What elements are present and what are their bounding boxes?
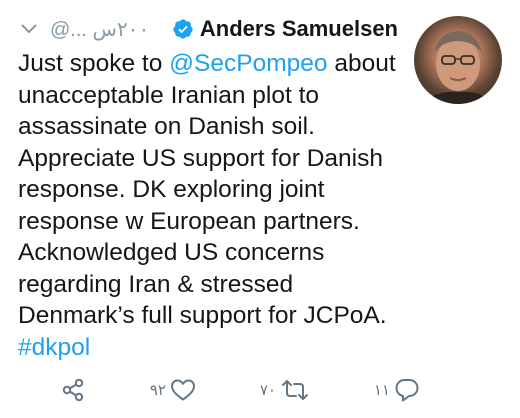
tweet-text-line: Denmark’s full support for JCPoA. xyxy=(18,300,413,332)
hashtag-link[interactable]: #dkpol xyxy=(18,334,90,361)
like-button[interactable]: ٩٢ xyxy=(150,378,196,402)
retweet-button[interactable]: ٧٠ xyxy=(260,378,310,402)
heart-icon xyxy=(170,378,196,402)
tweet-text-fragment: Denmark’s full support for JCPoA. xyxy=(18,302,387,329)
tweet-text-fragment: Just spoke to xyxy=(18,50,170,77)
reply-icon xyxy=(394,377,420,403)
avatar[interactable] xyxy=(414,16,502,104)
header-meta: @... ٢٠٠س xyxy=(18,17,149,42)
tweet-text-fragment: response w European partners. xyxy=(18,207,360,235)
tweet-header: @... ٢٠٠س Anders Samuelsen xyxy=(18,14,398,44)
tweet-text-fragment: unacceptable Iranian plot to xyxy=(18,81,320,109)
tweet-text-fragment: assassinate on Danish soil. xyxy=(18,113,315,140)
mention-link[interactable]: @SecPompeo xyxy=(169,50,327,77)
verified-badge-icon xyxy=(172,18,194,40)
tweet-text-line: response w European partners. xyxy=(18,206,413,238)
reply-count: ١١ xyxy=(373,382,390,399)
tweet-text-line: unacceptable Iranian plot to xyxy=(18,80,413,112)
tweet-text-line: Acknowledged US concerns xyxy=(18,237,413,269)
chevron-down-icon[interactable] xyxy=(18,18,40,40)
tweet-text-fragment: Appreciate US support for Danish xyxy=(18,144,383,172)
author-block[interactable]: Anders Samuelsen xyxy=(172,16,398,42)
tweet-text-fragment: about xyxy=(327,50,396,77)
handle-and-time[interactable]: @... ٢٠٠س xyxy=(50,17,149,42)
like-count: ٩٢ xyxy=(149,382,166,399)
tweet-text-fragment: regarding Iran & stressed xyxy=(18,270,294,298)
tweet-text-fragment: response. DK exploring joint xyxy=(18,176,325,203)
retweet-count: ٧٠ xyxy=(259,382,276,399)
author-display-name[interactable]: Anders Samuelsen xyxy=(200,16,398,42)
tweet-text-line: response. DK exploring joint xyxy=(18,174,413,206)
action-bar: ٩٢ ٧٠ ١١ xyxy=(60,372,420,408)
share-button[interactable] xyxy=(60,377,86,403)
tweet-card[interactable]: @... ٢٠٠س Anders Samuelsen Just spoke to… xyxy=(0,0,520,418)
tweet-text-line: assassinate on Danish soil. xyxy=(18,111,413,143)
tweet-text-line: #dkpol xyxy=(18,332,413,364)
tweet-text-line: Just spoke to @SecPompeo about xyxy=(18,48,413,80)
reply-button[interactable]: ١١ xyxy=(374,377,420,403)
share-icon xyxy=(60,377,86,403)
tweet-text-line: Appreciate US support for Danish xyxy=(18,143,413,175)
tweet-text-fragment: Acknowledged US concerns xyxy=(18,239,325,266)
retweet-icon xyxy=(280,378,310,402)
tweet-text: Just spoke to @SecPompeo about unacceptab… xyxy=(18,48,413,363)
tweet-text-line: regarding Iran & stressed xyxy=(18,269,413,301)
